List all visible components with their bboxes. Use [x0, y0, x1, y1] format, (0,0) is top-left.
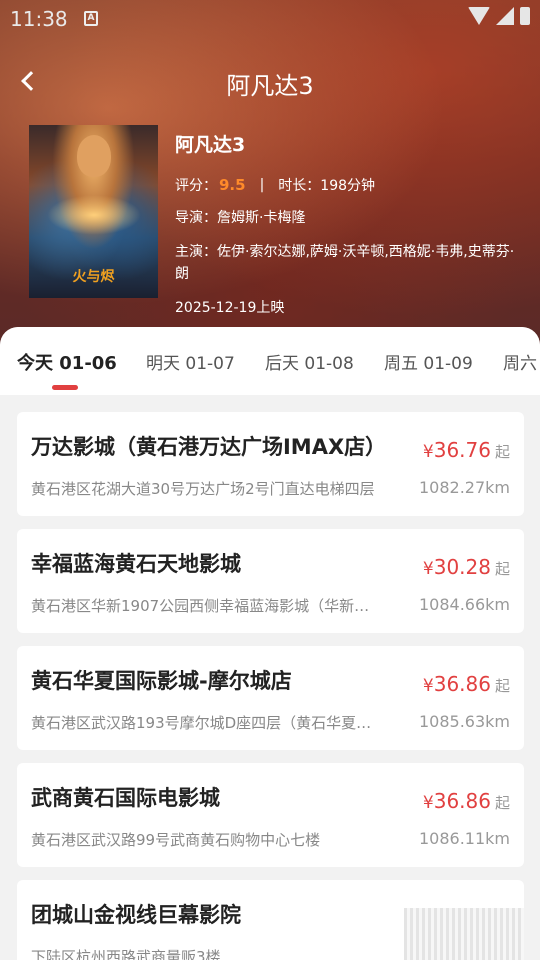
- status-time: 11:38: [10, 7, 68, 31]
- cinema-card[interactable]: 团城山金视线巨幕影院 下陆区杭州西路武商量贩3楼: [17, 880, 524, 960]
- cinema-card[interactable]: 武商黄石国际电影城 ¥36.86 起 黄石港区武汉路99号武商黄石购物中心七楼 1…: [17, 763, 524, 867]
- signal-icon: [496, 7, 514, 25]
- director: 导演：詹姆斯·卡梅隆: [175, 210, 306, 226]
- price-value: 36.86: [433, 672, 491, 696]
- price-suffix: 起: [494, 794, 510, 812]
- cinema-distance: 1086.11km: [418, 829, 510, 848]
- cinema-address: 黄石港区武汉路193号摩尔城D座四层（黄石华夏…: [31, 714, 372, 732]
- tab-saturday[interactable]: 周六: [503, 349, 537, 374]
- cinema-price: ¥36.86 起: [423, 789, 510, 813]
- cinema-name: 万达影城（黄石港万达广场IMAX店）: [31, 435, 387, 459]
- release-date: 2025-12-19上映: [175, 300, 285, 316]
- duration: 时长：198分钟: [278, 178, 376, 194]
- movie-header-background: 11:38 A 阿凡达3 火与烬 阿凡达3 评分： 9.5 | 时长：198分钟…: [0, 0, 540, 360]
- cinema-card[interactable]: 万达影城（黄石港万达广场IMAX店） ¥36.76 起 黄石港区花湖大道30号万达…: [17, 412, 524, 516]
- rating-label: 评分：: [175, 178, 217, 194]
- movie-name: 阿凡达3: [175, 134, 246, 156]
- cinema-name: 幸福蓝海黄石天地影城: [31, 552, 241, 576]
- poster-creature-art: [47, 195, 141, 235]
- content-panel: 今天 01-06 明天 01-07 后天 01-08 周五 01-09 周六 万…: [0, 327, 540, 960]
- cinema-address: 黄石港区华新1907公园西侧幸福蓝海影城（华新…: [31, 597, 370, 615]
- battery-icon: [520, 7, 530, 25]
- tab-today[interactable]: 今天 01-06: [17, 349, 117, 375]
- rating-row: 评分： 9.5 | 时长：198分钟: [175, 175, 515, 195]
- cinema-card[interactable]: 幸福蓝海黄石天地影城 ¥30.28 起 黄石港区华新1907公园西侧幸福蓝海影城（…: [17, 529, 524, 633]
- cinema-price: ¥30.28 起: [423, 555, 510, 579]
- separator: |: [259, 177, 265, 193]
- price-value: 36.86: [433, 789, 491, 813]
- cinema-distance: 1082.27km: [418, 478, 510, 497]
- cinema-name: 团城山金视线巨幕影院: [31, 903, 241, 927]
- poster-face-art: [77, 135, 111, 177]
- cinema-card[interactable]: 黄石华夏国际影城-摩尔城店 ¥36.86 起 黄石港区武汉路193号摩尔城D座四层…: [17, 646, 524, 750]
- cinema-name: 黄石华夏国际影城-摩尔城店: [31, 669, 292, 693]
- price-currency: ¥: [422, 793, 434, 813]
- cinema-distance: 1084.66km: [418, 595, 510, 614]
- cinema-price: ¥36.76 起: [423, 438, 510, 462]
- price-suffix: 起: [494, 443, 510, 461]
- wifi-icon: [468, 7, 490, 25]
- page-title: 阿凡达3: [226, 72, 314, 100]
- price-value: 30.28: [433, 555, 491, 579]
- active-tab-indicator: [52, 385, 78, 390]
- price-suffix: 起: [494, 560, 510, 578]
- date-tabs: 今天 01-06 明天 01-07 后天 01-08 周五 01-09 周六: [0, 327, 540, 395]
- cinema-name: 武商黄石国际电影城: [31, 786, 220, 810]
- status-bar: 11:38 A: [0, 0, 540, 38]
- rating-value: 9.5: [219, 176, 246, 194]
- cinema-address: 黄石港区武汉路99号武商黄石购物中心七楼: [31, 831, 321, 849]
- poster-caption: 火与烬: [72, 269, 115, 285]
- tab-friday[interactable]: 周五 01-09: [384, 349, 473, 374]
- notification-a-icon: A: [84, 11, 98, 26]
- cinema-distance: 1085.63km: [418, 712, 510, 731]
- cinema-address: 下陆区杭州西路武商量贩3楼: [31, 948, 221, 960]
- cinema-address: 黄石港区花湖大道30号万达广场2号门直达电梯四层: [31, 480, 375, 498]
- cinema-price: ¥36.86 起: [423, 672, 510, 696]
- movie-poster[interactable]: 火与烬: [29, 125, 158, 298]
- price-suffix: 起: [494, 677, 510, 695]
- price-currency: ¥: [422, 676, 434, 696]
- movie-info: 阿凡达3 评分： 9.5 | 时长：198分钟 导演：詹姆斯·卡梅隆 主演：佐伊…: [175, 130, 515, 319]
- cast: 主演：佐伊·索尔达娜,萨姆·沃辛顿,西格妮·韦弗,史蒂芬·朗: [175, 244, 515, 282]
- price-currency: ¥: [422, 559, 434, 579]
- loading-overlay-image: [404, 908, 524, 960]
- tab-day-after[interactable]: 后天 01-08: [265, 349, 354, 374]
- price-value: 36.76: [433, 438, 491, 462]
- price-currency: ¥: [422, 442, 434, 462]
- tab-tomorrow[interactable]: 明天 01-07: [146, 349, 235, 374]
